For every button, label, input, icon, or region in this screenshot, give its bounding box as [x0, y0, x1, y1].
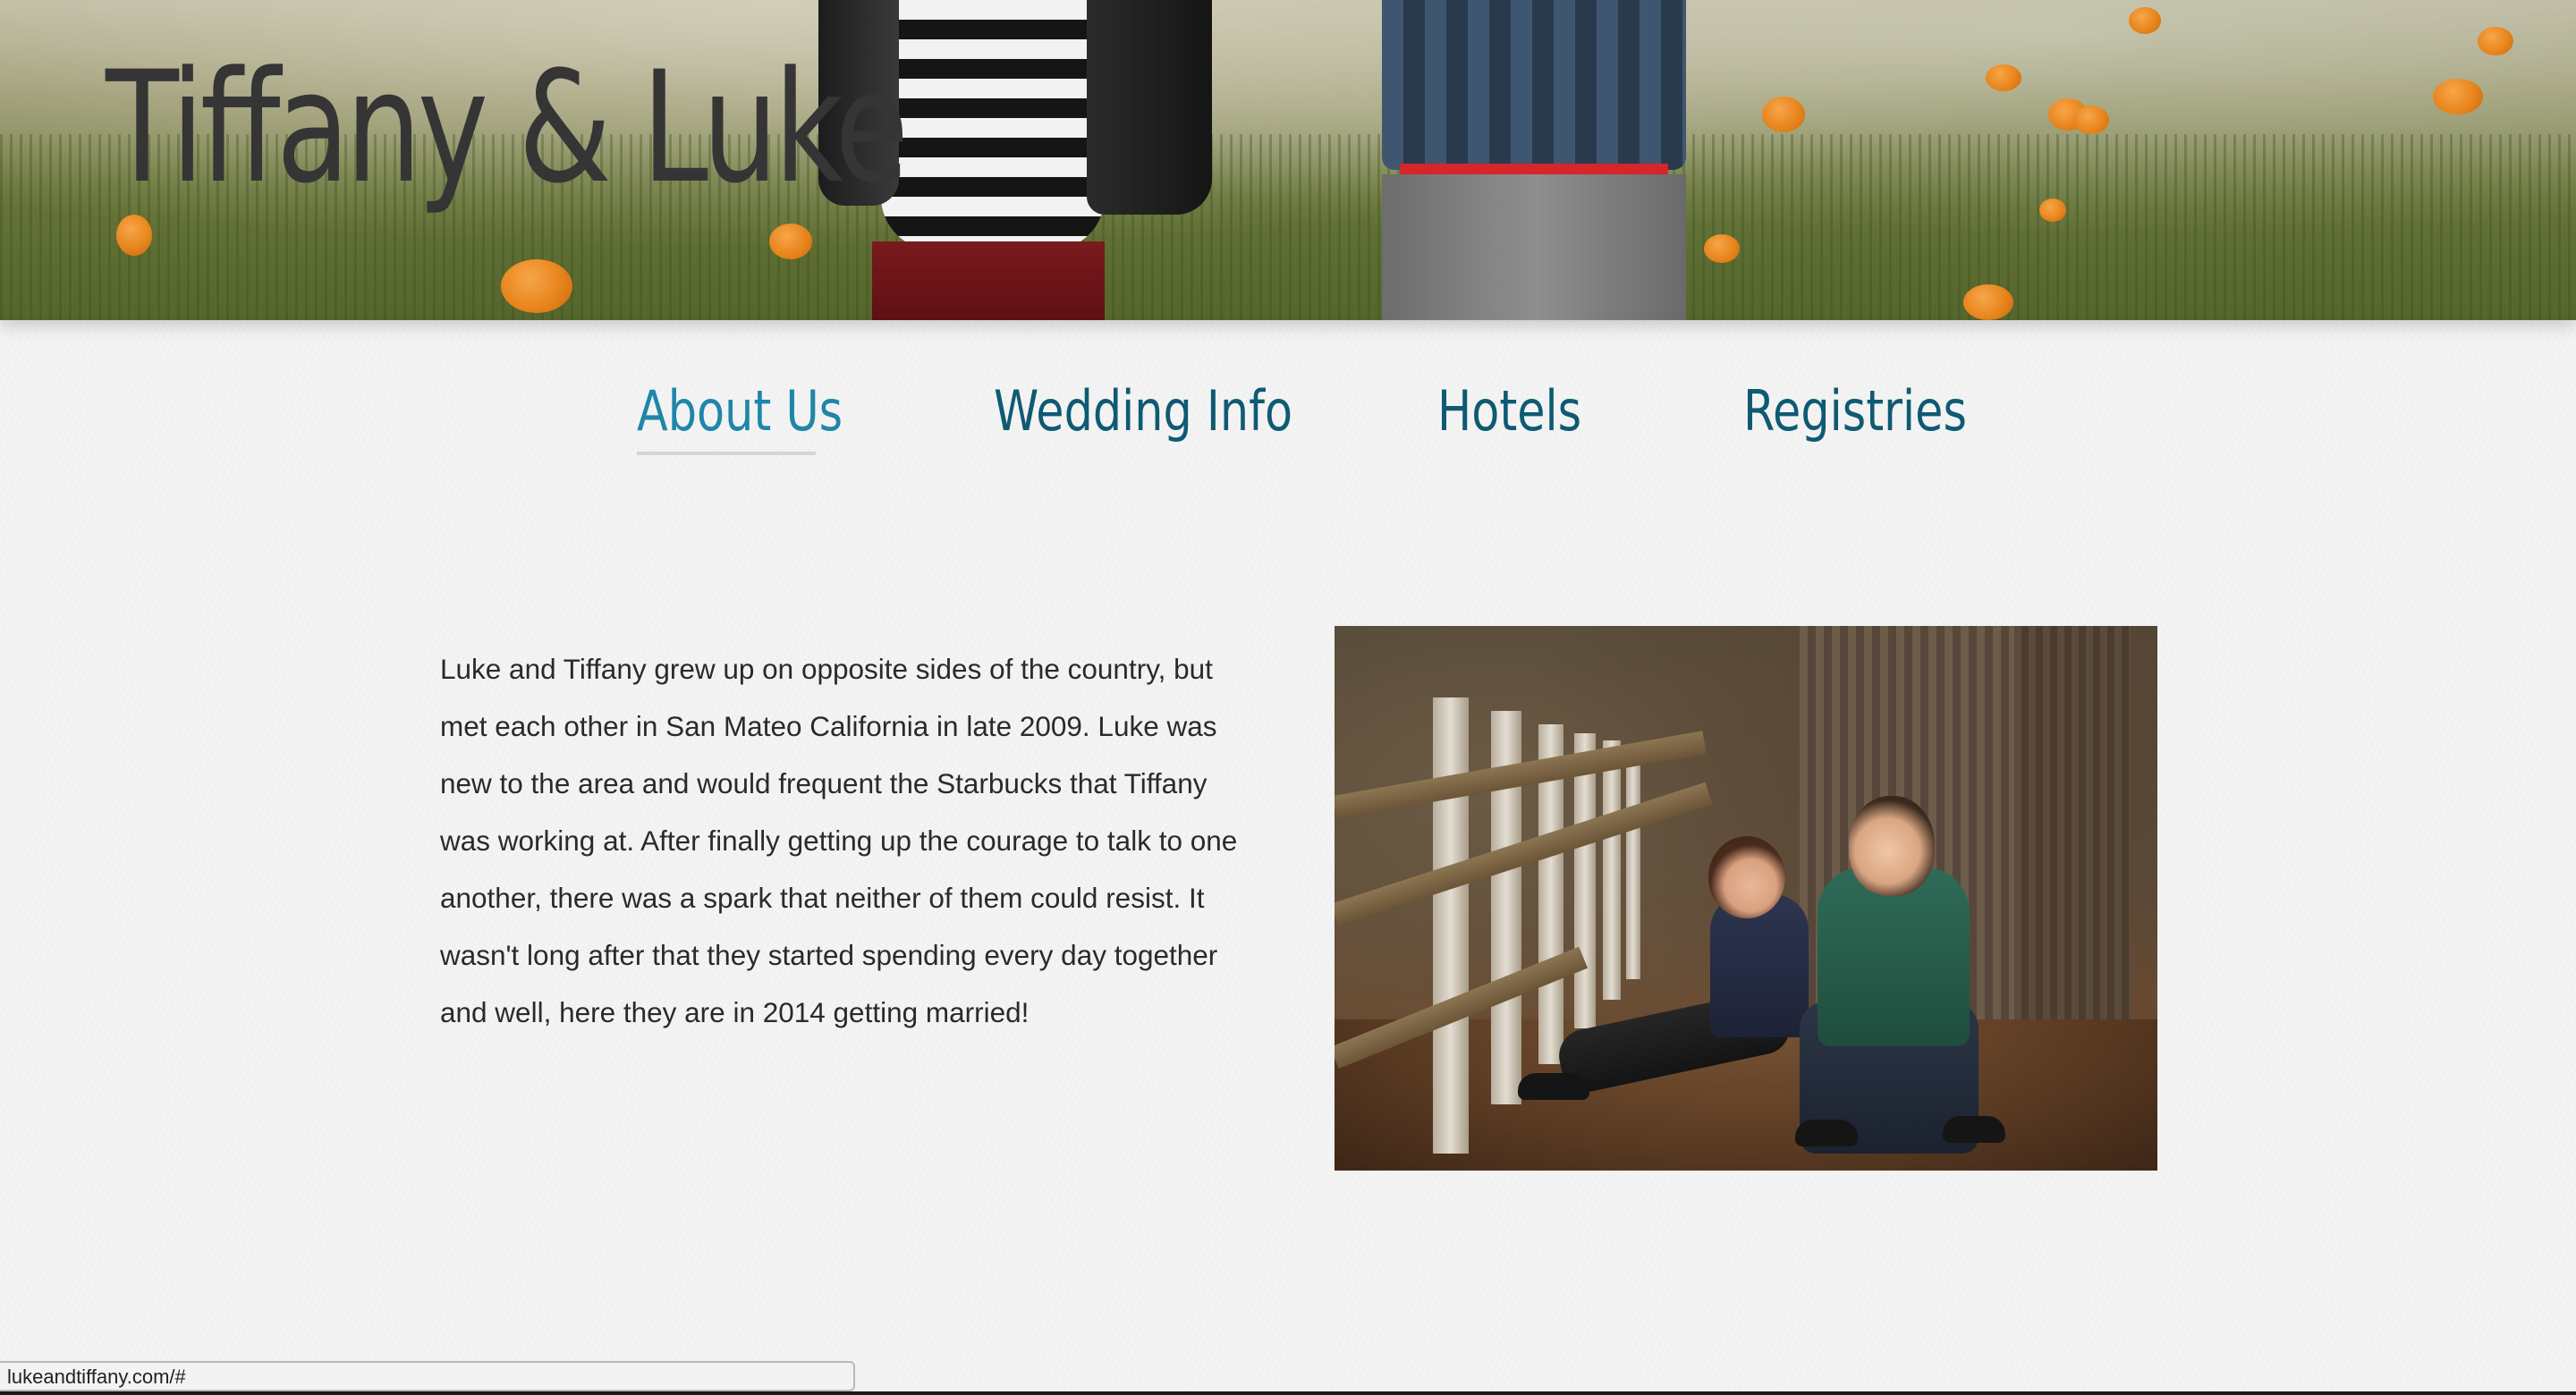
about-line: met each other in San Mateo California i…	[440, 710, 1217, 742]
pumpkin-decoration	[2039, 199, 2066, 222]
pumpkin-decoration	[501, 259, 572, 313]
about-us-text: Luke and Tiffany grew up on opposite sid…	[440, 640, 1272, 1041]
window-bottom-edge	[0, 1391, 2576, 1395]
pumpkin-decoration	[1704, 234, 1740, 263]
fence-post	[1626, 747, 1640, 979]
main-nav: About Us Wedding Info Hotels Registries	[0, 376, 2576, 465]
nav-wedding-info-link[interactable]: Wedding Info	[994, 376, 1292, 447]
pumpkin-decoration	[2073, 106, 2109, 134]
about-line: wasn't long after that they started spen…	[440, 939, 1218, 971]
header-banner: Tiffany & Luke	[0, 0, 2576, 320]
site-title: Tiffany & Luke	[106, 38, 909, 217]
about-line: and well, here they are in 2014 getting …	[440, 996, 1030, 1028]
pumpkin-decoration	[769, 224, 812, 259]
pumpkin-decoration	[2433, 79, 2483, 114]
active-nav-underline	[637, 452, 816, 455]
about-line: was working at. After finally getting up…	[440, 824, 1238, 857]
about-line: another, there was a spark that neither …	[440, 882, 1205, 914]
nav-about-us-link[interactable]: About Us	[637, 376, 843, 447]
nav-registries-link[interactable]: Registries	[1743, 376, 1967, 447]
pumpkin-decoration	[2478, 27, 2513, 55]
about-line: new to the area and would frequent the S…	[440, 767, 1208, 799]
nav-hotels-link[interactable]: Hotels	[1437, 376, 1581, 447]
fence-post	[1574, 733, 1596, 1028]
browser-status-bar: lukeandtiffany.com/#	[0, 1361, 855, 1391]
about-line: Luke and Tiffany grew up on opposite sid…	[440, 653, 1213, 685]
banner-person-right	[1382, 0, 1686, 320]
pumpkin-decoration	[1986, 64, 2021, 91]
status-url: lukeandtiffany.com/#	[7, 1365, 186, 1388]
fence-post	[1603, 740, 1621, 1000]
pumpkin-decoration	[1963, 284, 2013, 320]
fence-post	[1433, 698, 1469, 1154]
pumpkin-decoration	[1762, 97, 1805, 132]
couple-photo	[1335, 626, 2157, 1171]
pumpkin-decoration	[2129, 7, 2161, 34]
pumpkin-decoration	[116, 215, 152, 256]
